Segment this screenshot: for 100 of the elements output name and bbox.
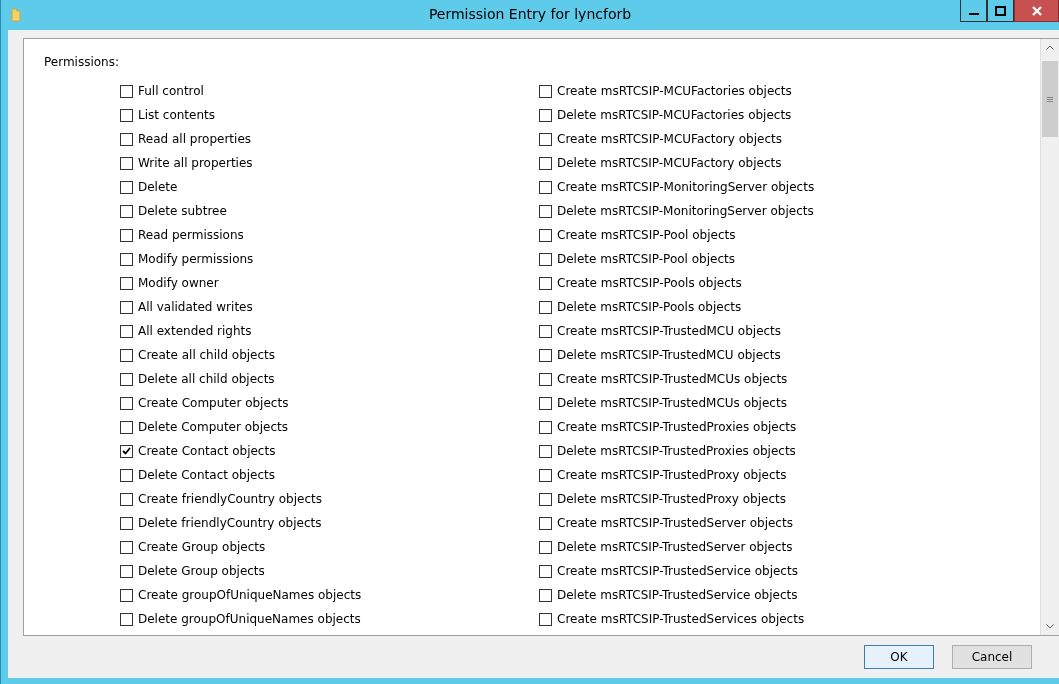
checkbox-label[interactable]: Full control xyxy=(138,84,204,98)
checkbox-label[interactable]: Delete friendlyCountry objects xyxy=(138,516,322,530)
checkbox-label[interactable]: Create Computer objects xyxy=(138,396,289,410)
checkbox[interactable] xyxy=(120,516,133,530)
checkbox[interactable] xyxy=(539,396,552,410)
checkbox[interactable] xyxy=(120,180,133,194)
checkbox[interactable] xyxy=(120,444,133,458)
checkbox[interactable] xyxy=(539,132,552,146)
checkbox[interactable] xyxy=(120,84,133,98)
checkbox-label[interactable]: Modify owner xyxy=(138,276,219,290)
checkbox-label[interactable]: Delete subtree xyxy=(138,204,227,218)
checkbox-label[interactable]: Delete Computer objects xyxy=(138,420,288,434)
checkbox[interactable] xyxy=(539,612,552,626)
checkbox-label[interactable]: Delete all child objects xyxy=(138,372,275,386)
checkbox-label[interactable]: Delete msRTCSIP-MonitoringServer objects xyxy=(557,204,814,218)
checkbox-label[interactable]: Create msRTCSIP-MCUFactory objects xyxy=(557,132,782,146)
checkbox-label[interactable]: Create msRTCSIP-Pool objects xyxy=(557,228,736,242)
scroll-thumb[interactable] xyxy=(1042,61,1058,137)
checkbox[interactable] xyxy=(120,204,133,218)
checkbox-label[interactable]: Create msRTCSIP-MCUFactories objects xyxy=(557,84,792,98)
checkbox[interactable] xyxy=(120,492,133,506)
minimize-button[interactable] xyxy=(960,0,987,22)
checkbox[interactable] xyxy=(120,132,133,146)
checkbox[interactable] xyxy=(120,588,133,602)
close-button[interactable] xyxy=(1014,0,1059,22)
checkbox-label[interactable]: Delete Contact objects xyxy=(138,468,275,482)
checkbox-label[interactable]: Create all child objects xyxy=(138,348,276,362)
checkbox[interactable] xyxy=(539,492,552,506)
checkbox-label[interactable]: Delete msRTCSIP-MCUFactory objects xyxy=(557,156,782,170)
checkbox-label[interactable]: Create Contact objects xyxy=(138,444,276,458)
checkbox[interactable] xyxy=(120,420,133,434)
checkbox-label[interactable]: Delete msRTCSIP-MCUFactories objects xyxy=(557,108,792,122)
checkbox-label[interactable]: List contents xyxy=(138,108,215,122)
checkbox[interactable] xyxy=(120,156,133,170)
checkbox[interactable] xyxy=(539,300,552,314)
checkbox[interactable] xyxy=(539,84,552,98)
checkbox-label[interactable]: Delete xyxy=(138,180,178,194)
checkbox-label[interactable]: Create Group objects xyxy=(138,540,266,554)
checkbox-label[interactable]: Delete msRTCSIP-TrustedServer objects xyxy=(557,540,793,554)
checkbox-label[interactable]: Delete msRTCSIP-TrustedMCU objects xyxy=(557,348,781,362)
checkbox[interactable] xyxy=(539,564,552,578)
checkbox[interactable] xyxy=(539,444,552,458)
checkbox-label[interactable]: Delete msRTCSIP-Pools objects xyxy=(557,300,742,314)
checkbox-label[interactable]: Create groupOfUniqueNames objects xyxy=(138,588,362,602)
checkbox-label[interactable]: Create msRTCSIP-TrustedProxies objects xyxy=(557,420,797,434)
maximize-button[interactable] xyxy=(987,0,1014,22)
checkbox[interactable] xyxy=(120,276,133,290)
checkbox[interactable] xyxy=(539,156,552,170)
checkbox-label[interactable]: Create msRTCSIP-TrustedProxy objects xyxy=(557,468,787,482)
checkbox-label[interactable]: Modify permissions xyxy=(138,252,254,266)
checkbox[interactable] xyxy=(539,588,552,602)
checkbox[interactable] xyxy=(120,468,133,482)
checkbox[interactable] xyxy=(539,468,552,482)
checkbox-label[interactable]: Create msRTCSIP-TrustedServer objects xyxy=(557,516,793,530)
checkbox-label[interactable]: Delete msRTCSIP-TrustedProxies objects xyxy=(557,444,796,458)
checkbox[interactable] xyxy=(539,276,552,290)
cancel-button[interactable]: Cancel xyxy=(952,645,1032,669)
checkbox[interactable] xyxy=(539,516,552,530)
checkbox[interactable] xyxy=(539,228,552,242)
checkbox-label[interactable]: Delete msRTCSIP-TrustedService objects xyxy=(557,588,798,602)
checkbox-label[interactable]: Delete Group objects xyxy=(138,564,265,578)
checkbox[interactable] xyxy=(120,540,133,554)
checkbox[interactable] xyxy=(120,300,133,314)
checkbox-label[interactable]: Create msRTCSIP-TrustedMCU objects xyxy=(557,324,782,338)
checkbox-label[interactable]: Read all properties xyxy=(138,132,252,146)
checkbox[interactable] xyxy=(120,324,133,338)
checkbox[interactable] xyxy=(120,348,133,362)
checkbox[interactable] xyxy=(539,252,552,266)
checkbox-label[interactable]: Read permissions xyxy=(138,228,244,242)
checkbox[interactable] xyxy=(120,372,133,386)
checkbox[interactable] xyxy=(120,252,133,266)
checkbox[interactable] xyxy=(120,228,133,242)
checkbox[interactable] xyxy=(539,348,552,362)
checkbox-label[interactable]: Delete msRTCSIP-TrustedMCUs objects xyxy=(557,396,787,410)
checkbox-label[interactable]: Delete msRTCSIP-Pool objects xyxy=(557,252,735,266)
checkbox-label[interactable]: Create msRTCSIP-MonitoringServer objects xyxy=(557,180,815,194)
checkbox[interactable] xyxy=(120,396,133,410)
checkbox-label[interactable]: Delete msRTCSIP-TrustedProxy objects xyxy=(557,492,786,506)
checkbox[interactable] xyxy=(120,564,133,578)
checkbox[interactable] xyxy=(539,420,552,434)
checkbox-label[interactable]: Create msRTCSIP-TrustedService objects xyxy=(557,564,798,578)
checkbox-label[interactable]: Create msRTCSIP-Pools objects xyxy=(557,276,742,290)
checkbox-label[interactable]: Create msRTCSIP-TrustedServices objects xyxy=(557,612,805,626)
checkbox[interactable] xyxy=(120,612,133,626)
checkbox-label[interactable]: Create msRTCSIP-TrustedMCUs objects xyxy=(557,372,788,386)
checkbox[interactable] xyxy=(120,108,133,122)
checkbox[interactable] xyxy=(539,204,552,218)
checkbox[interactable] xyxy=(539,372,552,386)
scrollbar[interactable] xyxy=(1040,39,1059,635)
checkbox-label[interactable]: Create friendlyCountry objects xyxy=(138,492,322,506)
checkbox-label[interactable]: All extended rights xyxy=(138,324,252,338)
checkbox-label[interactable]: Write all properties xyxy=(138,156,253,170)
ok-button[interactable]: OK xyxy=(864,645,934,669)
checkbox-label[interactable]: Delete groupOfUniqueNames objects xyxy=(138,612,361,626)
checkbox[interactable] xyxy=(539,540,552,554)
checkbox[interactable] xyxy=(539,108,552,122)
checkbox-label[interactable]: All validated writes xyxy=(138,300,253,314)
checkbox[interactable] xyxy=(539,324,552,338)
checkbox[interactable] xyxy=(539,180,552,194)
folder-icon xyxy=(11,8,21,22)
